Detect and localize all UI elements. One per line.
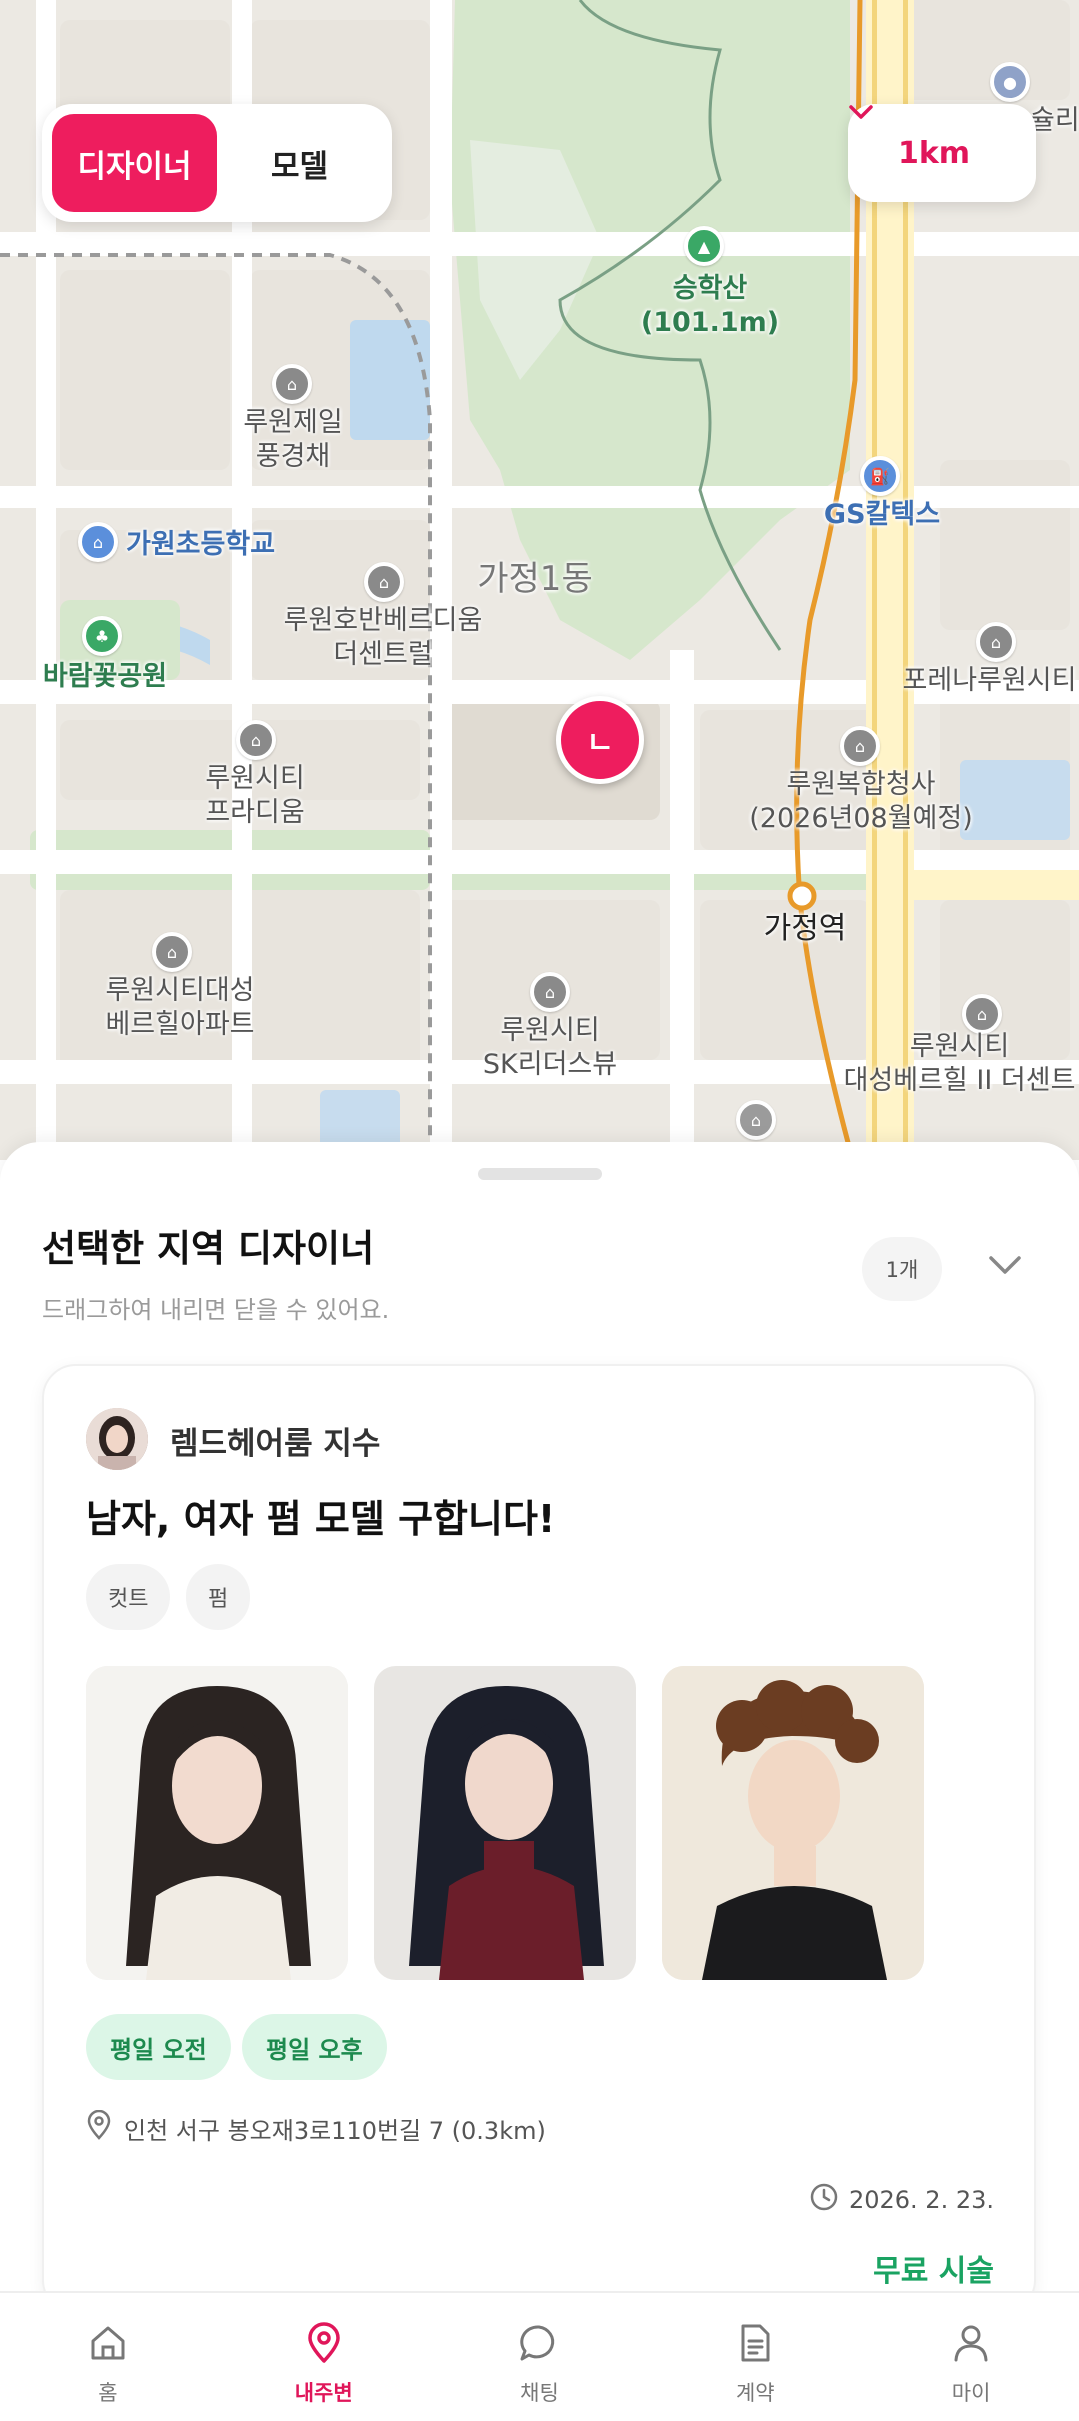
- service-tag: 컷트: [86, 1564, 171, 1630]
- map-label-ruwon-city-paradium: 루원시티 프라디움: [205, 763, 305, 828]
- apartment-icon: ⌂: [530, 972, 570, 1012]
- nav-item-nearby[interactable]: 내주변: [216, 2293, 432, 2421]
- portfolio-photo[interactable]: [662, 1666, 924, 1980]
- map-label-ruwon-sk: 루원시티 SK리더스뷰: [482, 1015, 618, 1080]
- map-label-ruwon-jeil: 루원제일 풍경채: [243, 407, 343, 472]
- map-label-gajeong1dong: 가정1동: [477, 559, 593, 599]
- location-pin-icon: [302, 2321, 346, 2369]
- map-label-gajeong-station: 가정역: [763, 911, 847, 946]
- marker-label: ㄴ: [586, 726, 614, 761]
- post-date: 2026. 2. 23.: [848, 2186, 994, 2214]
- map-label-seunghaksan: 승학산 (101.1m): [640, 273, 780, 338]
- address-text: 인천 서구 봉오재3로110번길 7 (0.3km): [124, 2116, 546, 2145]
- nav-item-contract[interactable]: 계약: [647, 2293, 863, 2421]
- apartment-icon: ⌂: [364, 562, 404, 602]
- toggle-model-button[interactable]: 모델: [217, 114, 382, 212]
- government-building-icon: ⌂: [840, 726, 880, 766]
- map-label-gs-caltex: GS칼텍스: [823, 499, 941, 530]
- address-row: 인천 서구 봉오재3로110번길 7 (0.3km): [86, 2109, 546, 2146]
- drag-handle[interactable]: [478, 1168, 602, 1180]
- chevron-down-icon: [988, 1255, 1022, 1279]
- park-icon: ♣: [82, 616, 122, 656]
- map-label-ruwon-complex: 루원복합청사 (2026년08월예정): [749, 769, 973, 834]
- time-slot-badge: 평일 오전: [86, 2014, 231, 2080]
- nav-item-label: 홈: [98, 2381, 118, 2405]
- apartment-icon: ⌂: [962, 994, 1002, 1034]
- nav-item-my[interactable]: 마이: [863, 2293, 1079, 2421]
- pin-icon: ●: [990, 62, 1030, 102]
- nav-item-label: 내주변: [294, 2381, 353, 2405]
- count-badge: 1개: [862, 1237, 942, 1301]
- portfolio-photo[interactable]: [374, 1666, 636, 1980]
- distance-value: 1km: [897, 135, 971, 171]
- map-label-ruwon-daesung: 루원시티대성 베르힐아파트: [105, 975, 255, 1040]
- mode-toggle: 디자이너 모델: [42, 104, 392, 222]
- home-icon: [86, 2321, 130, 2369]
- shop-name: 렘드헤어룸 지수: [170, 1426, 381, 1462]
- sheet-subtitle: 드래그하여 내리면 닫을 수 있어요.: [42, 1296, 390, 1324]
- collapse-button[interactable]: [980, 1242, 1030, 1292]
- school-icon: ⌂: [78, 522, 118, 562]
- person-icon: [949, 2321, 993, 2369]
- post-title: 남자, 여자 펌 모델 구합니다!: [86, 1497, 556, 1541]
- document-icon: [733, 2321, 777, 2369]
- bottom-nav: 홈 내주변 채팅 계약 마이: [0, 2291, 1079, 2421]
- gas-station-icon: ⛽: [860, 456, 900, 496]
- location-pin-icon: [86, 2109, 112, 2146]
- nav-item-label: 계약: [735, 2381, 775, 2405]
- date-row: 2026. 2. 23.: [809, 2182, 994, 2218]
- clock-icon: [809, 2182, 839, 2218]
- apartment-icon: ⌂: [236, 720, 276, 760]
- map-label-ruwon-hoban: 루원호반베르디움 더센트럴: [283, 605, 483, 670]
- nav-item-label: 채팅: [520, 2381, 559, 2405]
- map-label-ruwon-daesung2: 루원시티 대성베르힐 II 더센트: [843, 1031, 1076, 1096]
- designer-post-card[interactable]: 렘드헤어룸 지수 남자, 여자 펌 모델 구합니다! 컷트 펌 평일 오전 평일…: [42, 1364, 1036, 2314]
- mountain-icon: ▲: [684, 226, 724, 266]
- portfolio-photo[interactable]: [86, 1666, 348, 1980]
- nav-item-home[interactable]: 홈: [0, 2293, 216, 2421]
- map-label-baramkkot-park: 바람꽃공원: [42, 661, 168, 692]
- distance-dropdown[interactable]: 1km: [848, 104, 1036, 202]
- apartment-icon: ⌂: [736, 1100, 776, 1140]
- nav-item-label: 마이: [951, 2381, 991, 2405]
- map-label-gawon-school: 가원초등학교: [126, 529, 276, 560]
- chat-bubble-icon: [517, 2321, 561, 2369]
- toggle-designer-button[interactable]: 디자이너: [52, 114, 217, 212]
- map-label-top-right: 슐리: [1030, 105, 1079, 136]
- apartment-icon: ⌂: [976, 622, 1016, 662]
- apartment-icon: ⌂: [152, 932, 192, 972]
- map-label-forena: 포레나루원시티: [902, 665, 1077, 696]
- apartment-icon: ⌂: [272, 364, 312, 404]
- avatar: [86, 1408, 148, 1470]
- selected-location-marker[interactable]: ㄴ: [556, 696, 644, 784]
- sheet-title: 선택한 지역 디자이너: [42, 1227, 375, 1270]
- bottom-sheet: 선택한 지역 디자이너 드래그하여 내리면 닫을 수 있어요. 1개 렘드헤어룸…: [0, 1142, 1079, 2314]
- time-slot-badge: 평일 오후: [242, 2014, 387, 2080]
- price-label: 무료 시술: [873, 2254, 994, 2289]
- nav-item-chat[interactable]: 채팅: [432, 2293, 648, 2421]
- service-tag: 펌: [186, 1564, 251, 1630]
- map-view[interactable]: ▲ 승학산 (101.1m) ⛽ GS칼텍스 ⌂ 루원제일 풍경채 ⌂ 가원초등…: [0, 0, 1079, 1160]
